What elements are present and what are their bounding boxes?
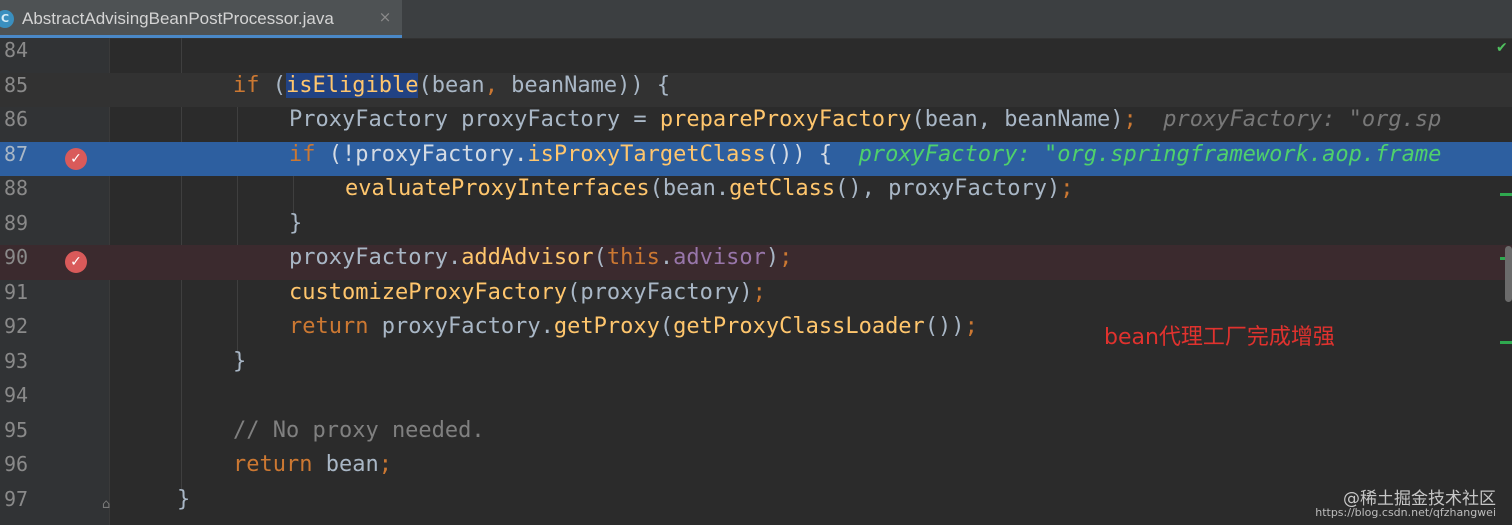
code-line[interactable]: 95 // No proxy needed. [0,418,1512,453]
code-line-selected[interactable]: 87 ✓ if (!proxyFactory.isProxyTargetClas… [0,141,1512,176]
code-text: proxyFactory.addAdvisor(this.advisor); [289,245,793,270]
line-number: 87 [4,141,29,166]
code-line[interactable]: 93 } [0,349,1512,384]
code-text: customizeProxyFactory(proxyFactory); [289,279,766,305]
debug-inlay-value: proxyFactory: "org.springframework.aop.f… [858,141,1442,167]
code-text: evaluateProxyInterfaces(bean.getClass(),… [345,176,1074,201]
code-line[interactable]: 91 customizeProxyFactory(proxyFactory); [0,280,1512,315]
line-number: 93 [4,348,29,373]
scroll-marker[interactable] [1500,341,1512,344]
code-line[interactable]: 84 [0,38,1512,73]
line-number: 97 [4,486,29,511]
code-line[interactable]: 89 } [0,211,1512,246]
code-text: return bean; [233,452,392,477]
line-number: 90 [4,245,29,269]
line-number: 84 [4,38,29,62]
code-line[interactable]: 96 return bean; [0,452,1512,487]
fold-icon[interactable]: ⌂ [102,497,116,513]
code-line[interactable]: 88 evaluateProxyInterfaces(bean.getClass… [0,176,1512,211]
scroll-marker[interactable] [1500,193,1512,196]
breakpoint-check-icon[interactable]: ✓ [65,251,87,273]
annotation-text: bean代理工厂完成增强 [1104,325,1335,350]
line-number: 86 [4,107,29,131]
code-line[interactable]: 94 [0,383,1512,418]
close-icon[interactable]: × [376,8,394,26]
code-line[interactable]: 97 ⌂ } [0,487,1512,522]
editor-tab-bar: C AbstractAdvisingBeanPostProcessor.java… [0,0,1512,39]
line-number: 94 [4,383,29,407]
code-text: ProxyFactory proxyFactory = prepareProxy… [289,107,1442,132]
line-number: 85 [4,72,29,97]
debug-inlay-value: proxyFactory: "org.sp [1163,107,1442,132]
code-line-breakpoint[interactable]: 90 ✓ proxyFactory.addAdvisor(this.adviso… [0,245,1512,280]
vertical-scrollbar[interactable] [1505,246,1512,302]
line-number: 92 [4,314,29,338]
tab-label: AbstractAdvisingBeanPostProcessor.java [22,9,334,28]
breakpoint-check-icon[interactable]: ✓ [65,147,87,170]
code-text: } [233,348,247,374]
code-line[interactable]: 86 ProxyFactory proxyFactory = preparePr… [0,107,1512,142]
inspection-ok-icon[interactable]: ✔ [1496,40,1512,56]
tab-abstract-advising-bean-post-processor[interactable]: C AbstractAdvisingBeanPostProcessor.java… [0,0,402,38]
code-text: if (isEligible(bean, beanName)) { [233,72,671,98]
code-text: } [289,210,303,236]
code-text: } [177,486,191,512]
line-number: 96 [4,452,29,476]
line-number: 89 [4,210,29,235]
code-line[interactable]: 85 if (isEligible(bean, beanName)) { [0,72,1512,107]
line-number: 95 [4,417,29,442]
watermark-url: https://blog.csdn.net/qfzhangwei [1315,506,1496,519]
code-comment: // No proxy needed. [233,417,485,443]
java-class-icon: C [0,10,14,28]
code-text: if (!proxyFactory.isProxyTargetClass()) … [289,141,1442,167]
code-text: return proxyFactory.getProxy(getProxyCla… [289,314,978,339]
line-number: 88 [4,176,29,200]
line-number: 91 [4,279,29,304]
